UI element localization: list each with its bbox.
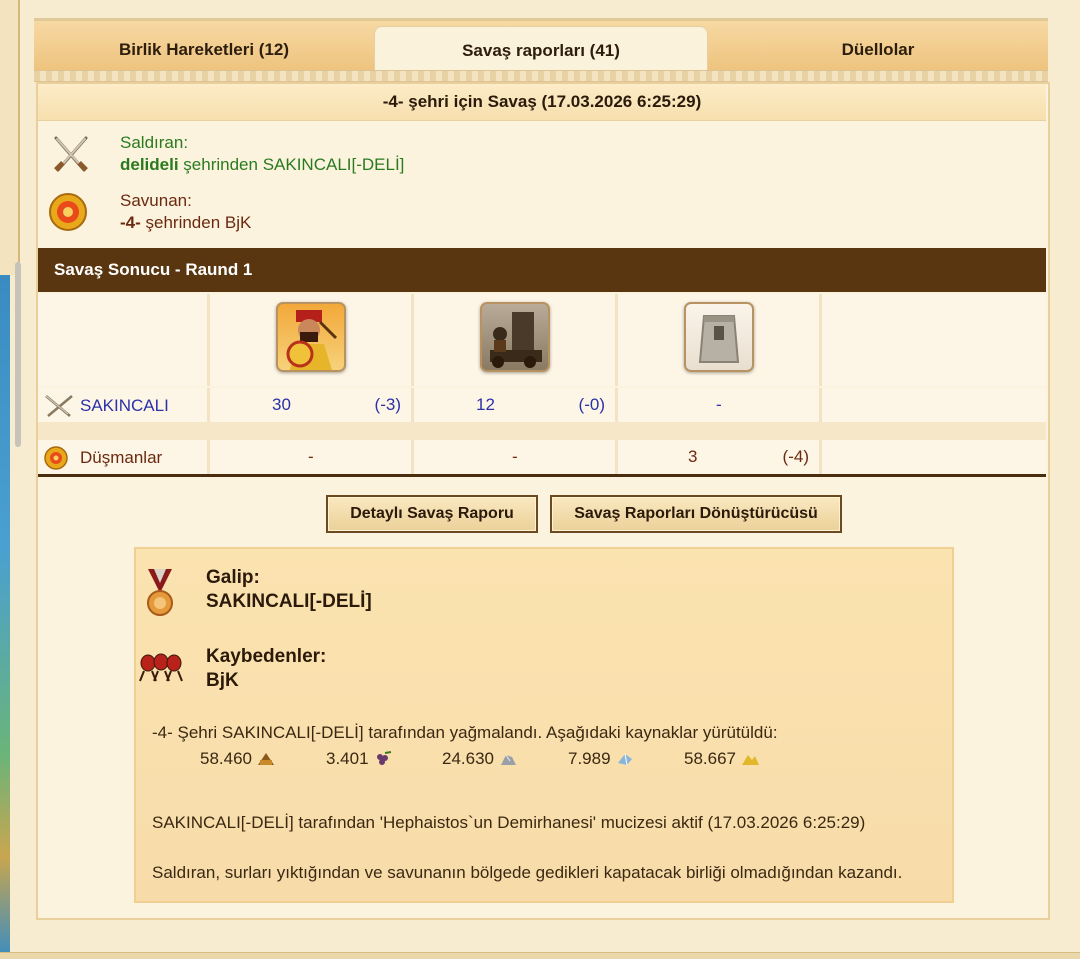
attacker-city-link[interactable]: delideli xyxy=(120,155,179,174)
own-player-label[interactable]: SAKINCALI xyxy=(80,396,169,416)
defender-city-link[interactable]: -4- xyxy=(120,213,141,232)
shield-icon xyxy=(44,446,68,470)
unit-loss: (-3) xyxy=(374,395,401,414)
sulfur-icon xyxy=(742,755,759,765)
row-label-cell-enemy: Düşmanlar xyxy=(38,440,210,474)
resource-amount: 7.989 xyxy=(568,749,611,768)
map-background xyxy=(0,275,10,959)
unit-loss: (-4) xyxy=(782,447,809,466)
table-cell: - xyxy=(210,440,414,474)
defender-line: -4- şehrinden BjK xyxy=(120,212,251,234)
row-spacer xyxy=(38,422,1046,440)
divider xyxy=(38,474,1046,477)
defender-player: şehrinden BjK xyxy=(140,213,252,232)
defender-info: Savunan: -4- şehrinden BjK xyxy=(48,190,251,236)
unit-count: - xyxy=(716,395,722,414)
scrollbar[interactable] xyxy=(15,262,21,447)
decorative-border xyxy=(34,70,1048,82)
battle-title: -4- şehri için Savaş (17.03.2026 6:25:29… xyxy=(38,84,1046,121)
hoplite-unit-icon[interactable] xyxy=(276,302,346,372)
table-cell: - xyxy=(414,440,618,474)
table-cell: 12 (-0) xyxy=(414,388,618,422)
tab-battle-reports[interactable]: Savaş raporları (41) xyxy=(374,26,708,74)
unit-count: 3 xyxy=(688,447,698,466)
resource-amount: 58.667 xyxy=(684,749,736,768)
battle-outcome-box: Galip: SAKINCALI[-DELİ] Kaybedenler: BjK… xyxy=(134,547,954,903)
table-cell: 30 (-3) xyxy=(210,388,414,422)
resource-amount: 58.460 xyxy=(200,749,252,768)
shield-icon xyxy=(49,193,87,231)
winner-name: SAKINCALI[-DELİ] xyxy=(206,591,372,612)
table-cell: - xyxy=(618,388,822,422)
resource-item: 58.667 xyxy=(684,749,804,769)
city-wall-icon[interactable] xyxy=(684,302,754,372)
crystal-icon xyxy=(617,753,632,766)
table-cell xyxy=(822,388,1046,422)
losers-name: BjK xyxy=(206,670,239,691)
attacker-player: şehrinden SAKINCALI[-DELİ] xyxy=(178,155,405,174)
table-header-filler xyxy=(822,294,1046,386)
losers-label: Kaybedenler: xyxy=(206,646,327,667)
grapes-icon xyxy=(376,751,391,765)
plundered-resources: 58.460 3.401 24.630 7.989 58.667 xyxy=(200,749,804,769)
tab-troop-movements[interactable]: Birlik Hareketleri (12) xyxy=(34,26,374,73)
resource-item: 24.630 xyxy=(442,749,568,769)
unit-column-3 xyxy=(618,294,822,386)
unit-count: 30 xyxy=(272,395,291,414)
window-bottom-border xyxy=(0,952,1080,959)
report-converter-button[interactable]: Savaş Raporları Dönüştürücüsü xyxy=(550,495,842,533)
table-cell xyxy=(822,440,1046,474)
row-label-cell-own: SAKINCALI xyxy=(38,388,210,422)
defeated-troops-icon xyxy=(139,653,183,682)
defender-label: Savunan: xyxy=(120,191,192,210)
resource-amount: 3.401 xyxy=(326,749,369,768)
unit-loss: (-0) xyxy=(578,395,605,414)
crossed-swords-icon xyxy=(45,395,73,417)
table-header-empty xyxy=(38,294,210,386)
tab-duels[interactable]: Düellolar xyxy=(710,26,1046,73)
wood-icon xyxy=(258,753,274,765)
unit-count: - xyxy=(512,447,518,466)
victory-reason-text: Saldıran, surları yıktığından ve savunan… xyxy=(152,863,903,882)
unit-column-1 xyxy=(210,294,414,386)
battle-report-panel: -4- şehri için Savaş (17.03.2026 6:25:29… xyxy=(36,82,1050,920)
tab-bar: Birlik Hareketleri (12) Savaş raporları … xyxy=(34,18,1048,74)
catapult-unit-icon[interactable] xyxy=(480,302,550,372)
resource-item: 7.989 xyxy=(568,749,684,769)
resource-amount: 24.630 xyxy=(442,749,494,768)
winner-info: Galip: SAKINCALI[-DELİ] xyxy=(206,566,372,614)
wonder-text: SAKINCALI[-DELİ] tarafından 'Hephaistos`… xyxy=(152,813,866,832)
round-header: Savaş Sonucu - Raund 1 xyxy=(38,248,1046,292)
window-frame-left xyxy=(0,0,20,275)
attacker-info: Saldıran: delideli şehrinden SAKINCALI[-… xyxy=(48,132,404,178)
table-cell: 3 (-4) xyxy=(618,440,822,474)
resource-item: 3.401 xyxy=(326,749,442,769)
marble-icon xyxy=(501,754,516,765)
unit-count: - xyxy=(308,447,314,466)
losers-info: Kaybedenler: BjK xyxy=(206,645,326,693)
unit-count: 12 xyxy=(476,395,495,414)
enemy-label: Düşmanlar xyxy=(80,448,163,467)
attacker-line: delideli şehrinden SAKINCALI[-DELİ] xyxy=(120,154,404,176)
medal-icon xyxy=(147,569,173,616)
detailed-report-button[interactable]: Detaylı Savaş Raporu xyxy=(326,495,538,533)
attacker-label: Saldıran: xyxy=(120,133,189,152)
resource-item: 58.460 xyxy=(200,749,326,769)
unit-column-2 xyxy=(414,294,618,386)
winner-label: Galip: xyxy=(206,567,260,588)
crossed-swords-icon xyxy=(54,136,88,172)
plunder-text: -4- Şehri SAKINCALI[-DELİ] tarafından ya… xyxy=(152,723,778,742)
